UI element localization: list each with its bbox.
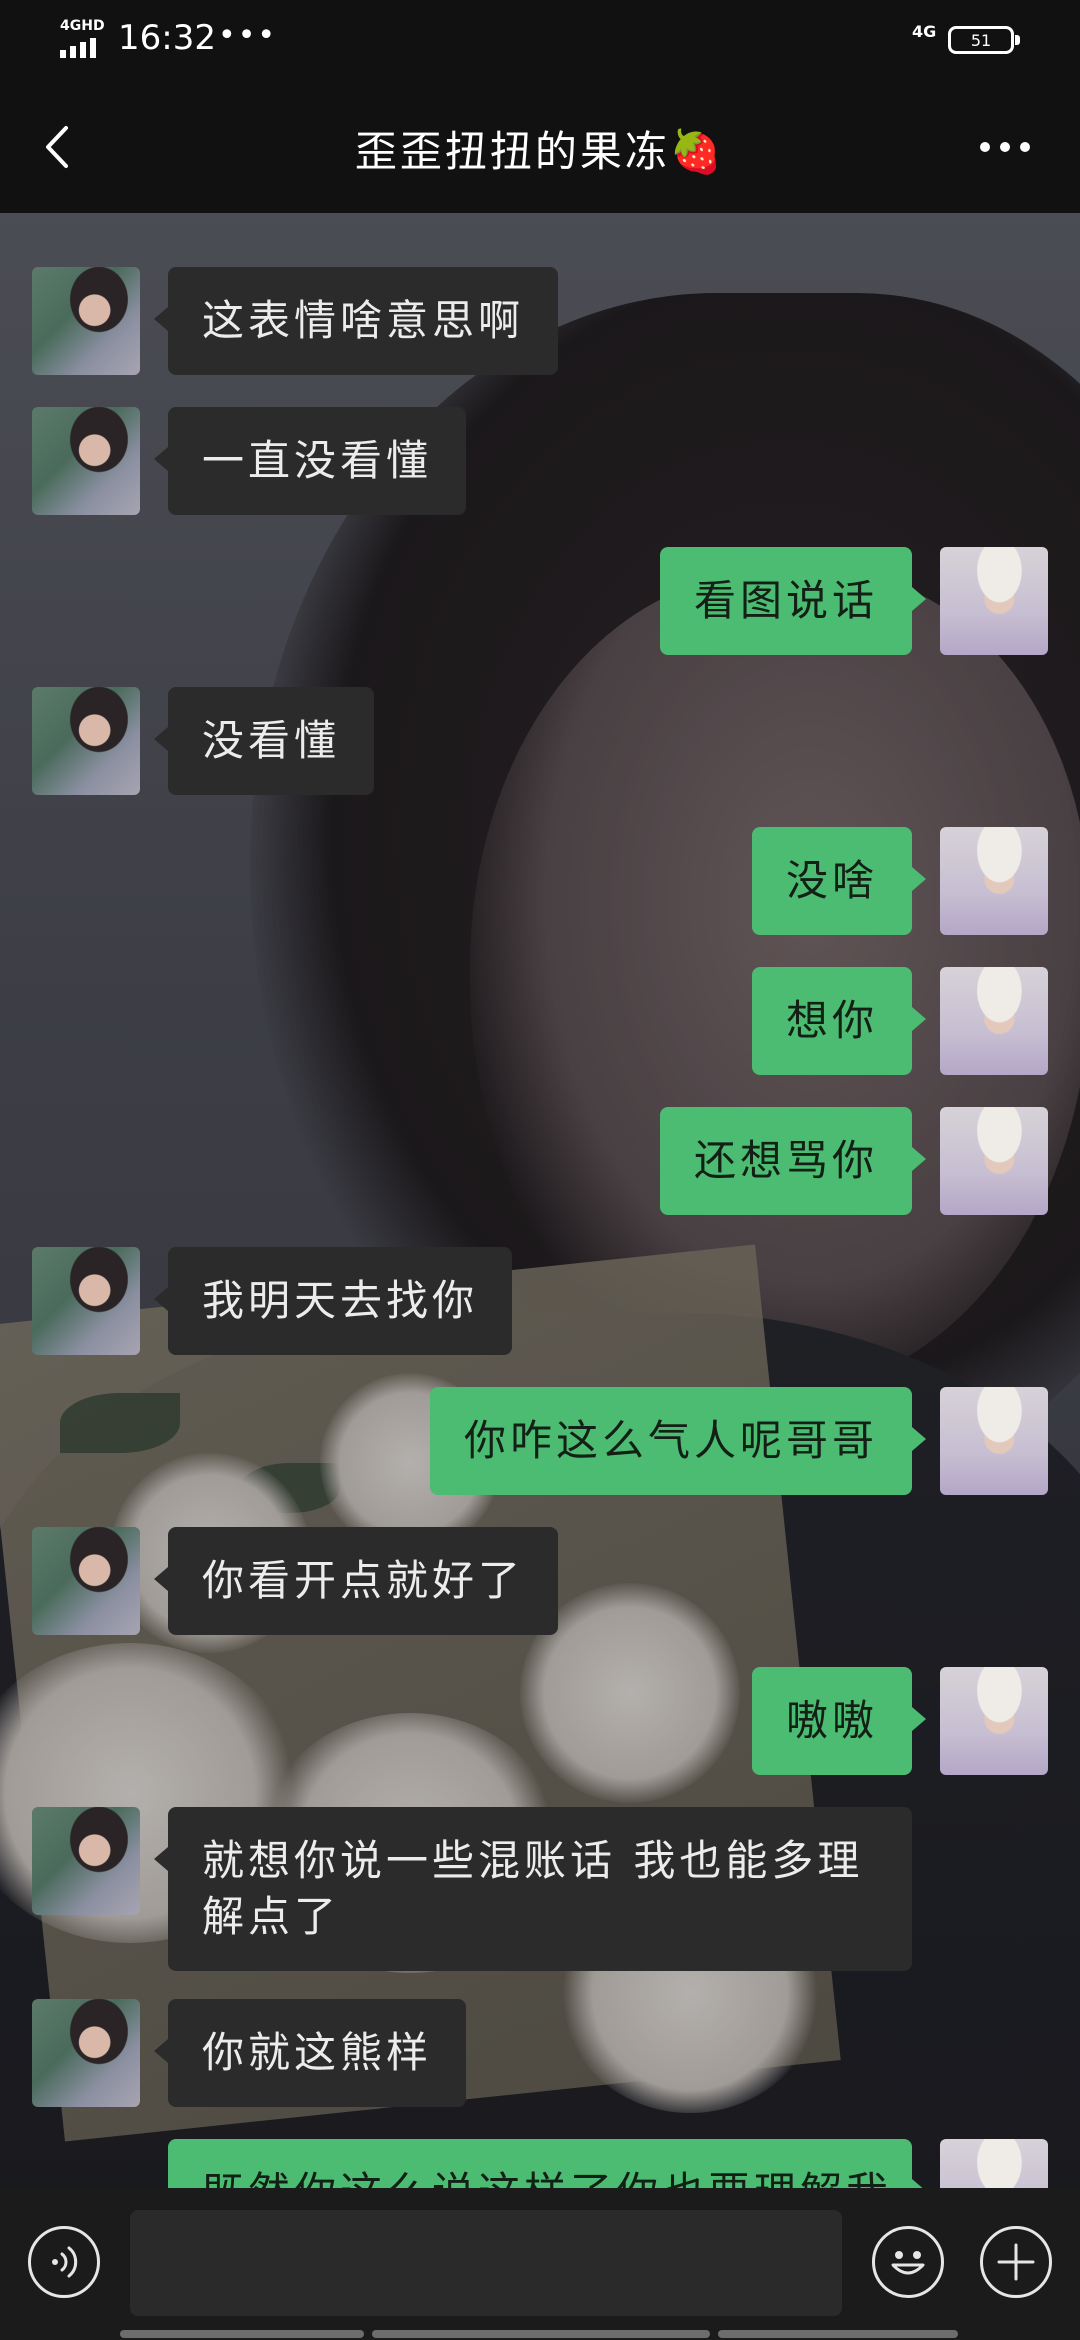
- my-avatar[interactable]: [940, 1387, 1048, 1495]
- plus-icon[interactable]: [980, 2226, 1052, 2298]
- contact-avatar[interactable]: [32, 407, 140, 515]
- network-type-label: 4GHD: [60, 18, 105, 34]
- data-network-icon: 4G: [912, 22, 937, 41]
- emoji-icon[interactable]: [872, 2226, 944, 2298]
- message-bubble-received[interactable]: 没看懂: [153, 687, 375, 795]
- message-bubble-sent[interactable]: 你咋这么气人呢哥哥: [429, 1387, 927, 1495]
- my-avatar[interactable]: [940, 827, 1048, 935]
- message-bubble-received[interactable]: 你就这熊样: [153, 1999, 467, 2107]
- message-bubble-received[interactable]: 这表情啥意思啊: [153, 267, 559, 375]
- my-avatar[interactable]: [940, 1667, 1048, 1775]
- my-avatar[interactable]: [940, 1107, 1048, 1215]
- message-bubble-sent[interactable]: 看图说话: [659, 547, 927, 655]
- more-icon[interactable]: [980, 132, 1040, 162]
- message-bubble-sent[interactable]: 想你: [751, 967, 927, 1075]
- message-bubble-received[interactable]: 我明天去找你: [153, 1247, 513, 1355]
- message-bubble-received[interactable]: 一直没看懂: [153, 407, 467, 515]
- chat-screen: 4GHD 16:32 ••• 4G 51 歪歪扭扭的果冻🍓 这表情啥意思啊 一直…: [0, 0, 1080, 2340]
- battery-level: 51: [970, 30, 992, 50]
- contact-avatar[interactable]: [32, 687, 140, 795]
- message-list[interactable]: 这表情啥意思啊 一直没看懂 看图说话 没看懂 没啥 想你 还想骂你 我明天去找你…: [0, 213, 1080, 2188]
- my-avatar[interactable]: [940, 547, 1048, 655]
- status-bar: 4GHD 16:32 ••• 4G 51: [0, 0, 1080, 80]
- signal-strength-icon: [60, 38, 96, 58]
- message-bubble-sent[interactable]: 还想骂你: [659, 1107, 927, 1215]
- message-bubble-sent[interactable]: 没啥: [751, 827, 927, 935]
- contact-avatar[interactable]: [32, 1999, 140, 2107]
- status-more-dots: •••: [218, 18, 278, 53]
- status-time: 16:32: [118, 18, 216, 58]
- message-bubble-received[interactable]: 你看开点就好了: [153, 1527, 559, 1635]
- message-input[interactable]: [130, 2210, 842, 2316]
- message-bubble-sent[interactable]: 嗷嗷: [751, 1667, 927, 1775]
- contact-avatar[interactable]: [32, 1807, 140, 1915]
- input-bar: [0, 2188, 1080, 2340]
- contact-avatar[interactable]: [32, 1527, 140, 1635]
- my-avatar[interactable]: [940, 967, 1048, 1075]
- message-bubble-received[interactable]: 就想你说一些混账话 我也能多理解点了: [154, 1807, 912, 1971]
- my-avatar[interactable]: [940, 2139, 1048, 2188]
- battery-icon: 51: [948, 26, 1020, 54]
- contact-avatar[interactable]: [32, 1247, 140, 1355]
- message-bubble-sent[interactable]: 既然你这么说这样了你也要理解我: [168, 2139, 926, 2188]
- chat-header: 歪歪扭扭的果冻🍓: [0, 80, 1080, 213]
- voice-icon[interactable]: [28, 2226, 100, 2298]
- contact-avatar[interactable]: [32, 267, 140, 375]
- gesture-bar: [0, 2330, 1080, 2340]
- chat-title: 歪歪扭扭的果冻🍓: [354, 127, 726, 176]
